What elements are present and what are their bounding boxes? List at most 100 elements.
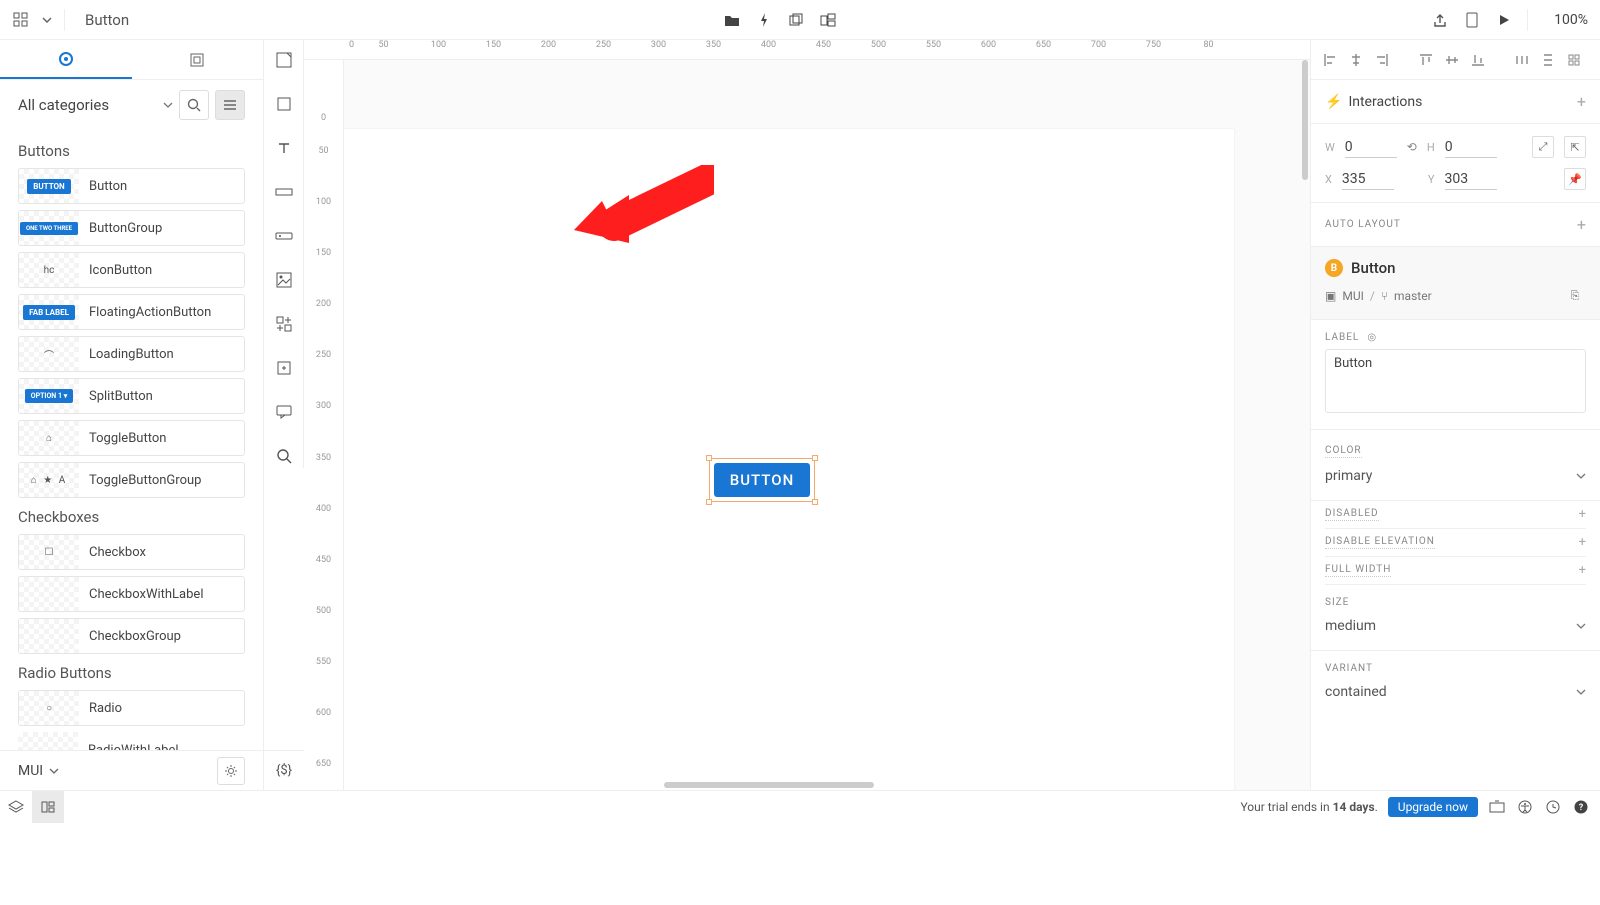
disable-elevation-prop-row: DISABLE ELEVATION + [1325,529,1586,557]
slot-tool-icon[interactable] [272,356,296,380]
component-item-loadingbutton[interactable]: ⌒LoadingButton [18,336,245,372]
tab-components[interactable] [0,40,132,79]
size-prop-section: SIZE medium [1311,585,1600,651]
variant-select[interactable]: contained [1325,680,1586,704]
align-left-icon[interactable] [1321,51,1339,69]
group-title: Checkboxes [18,508,245,526]
search-button[interactable] [179,90,209,120]
layers-panel-toggle[interactable] [0,791,32,823]
tidy-icon[interactable] [1565,51,1583,69]
lock-aspect-button[interactable]: ⇱ [1564,136,1586,158]
canvas-v-scrollbar[interactable] [1302,60,1308,180]
canvas-h-scrollbar[interactable] [664,782,874,788]
full-width-prop-row: FULL WIDTH + [1325,557,1586,585]
category-dropdown[interactable]: All categories [18,96,173,114]
group-title: Buttons [18,142,245,160]
full-width-toggle-button[interactable]: + [1579,563,1586,578]
search-tool-icon[interactable] [272,444,296,468]
branch-icon: ⑂ [1381,289,1388,303]
component-item-checkbox[interactable]: ☐Checkbox [18,534,245,570]
grid-menu-icon[interactable] [12,11,30,29]
align-top-icon[interactable] [1417,51,1435,69]
input-tool-icon[interactable] [272,180,296,204]
component-item-radiowithlabel[interactable]: RadioWithLabel [18,732,245,750]
package-icon: ▣ [1325,289,1336,303]
history-icon[interactable] [1544,798,1562,816]
width-input[interactable] [1345,137,1397,158]
component-item-iconbutton[interactable]: hcIconButton [18,252,245,288]
component-variants-icon[interactable] [819,11,837,29]
component-item-buttongroup[interactable]: ONE TWO THREEButtonGroup [18,210,245,246]
open-external-icon[interactable]: ⎘ [1564,285,1586,307]
variant-prop-section: VARIANT contained [1311,651,1600,716]
color-select[interactable]: primary [1325,464,1586,488]
label-textarea[interactable] [1325,349,1586,413]
disable-elevation-toggle-button[interactable]: + [1579,535,1586,550]
label-prop-section: LABEL ◎ [1311,320,1600,430]
share-icon[interactable] [1431,11,1449,29]
library-settings-button[interactable] [217,757,245,785]
disabled-toggle-button[interactable]: + [1579,507,1586,522]
component-list: Buttons BUTTONButton ONE TWO THREEButton… [0,128,263,750]
chevron-down-icon[interactable] [38,11,56,29]
button-tool-icon[interactable] [272,224,296,248]
y-input[interactable] [1445,169,1497,190]
library-switcher[interactable]: MUI [18,763,59,779]
disabled-prop-row: DISABLED + [1325,501,1586,529]
handoff-icon[interactable] [1488,798,1506,816]
bolt-icon[interactable] [755,11,773,29]
ruler-vertical: 0 50 100 150 200 250 300 350 400 450 500… [304,60,344,790]
align-bar [1311,40,1600,80]
auto-layout-section: AUTO LAYOUT+ [1311,203,1600,247]
resize-mode-button[interactable]: ⤢ [1532,136,1554,158]
component-item-togglebuttongroup[interactable]: ⌂ ★ AToggleButtonGroup [18,462,245,498]
component-item-radio[interactable]: ○Radio [18,690,245,726]
component-item-fab[interactable]: FAB LABELFloatingActionButton [18,294,245,330]
tool-strip [264,40,304,468]
align-right-icon[interactable] [1373,51,1391,69]
canvas-button-element[interactable]: BUTTON [714,463,810,497]
component-item-button[interactable]: BUTTONButton [18,168,245,204]
link-wh-icon[interactable]: ⟲ [1407,140,1417,154]
accessibility-icon[interactable] [1516,798,1534,816]
list-view-button[interactable] [215,90,245,120]
component-tool-icon[interactable] [272,312,296,336]
ruler-horizontal: 0 50 100 150 200 250 300 350 400 450 500… [304,40,1310,60]
size-select[interactable]: medium [1325,614,1586,638]
dimensions-section: W ⟲ H ⤢ ⇱ X Y 📌 [1311,124,1600,203]
frame-tool-icon[interactable] [272,48,296,72]
target-icon[interactable]: ◎ [1367,332,1377,343]
code-vars-button[interactable]: {$} [264,750,304,790]
component-item-splitbutton[interactable]: OPTION 1 ▾SplitButton [18,378,245,414]
x-input[interactable] [1342,169,1394,190]
height-label: H [1427,141,1435,154]
rectangle-tool-icon[interactable] [272,92,296,116]
add-interaction-button[interactable]: + [1577,92,1586,111]
component-item-checkboxwithlabel[interactable]: CheckboxWithLabel [18,576,245,612]
y-label: Y [1428,173,1435,186]
component-item-togglebutton[interactable]: ⌂ToggleButton [18,420,245,456]
zoom-level[interactable]: 100% [1554,12,1588,28]
canvas[interactable]: 0 50 100 150 200 250 300 350 400 450 500… [304,40,1310,790]
folder-icon[interactable] [723,11,741,29]
component-item-checkboxgroup[interactable]: CheckboxGroup [18,618,245,654]
upgrade-button[interactable]: Upgrade now [1388,797,1478,817]
tab-layers[interactable] [132,40,264,79]
pin-button[interactable]: 📌 [1564,168,1586,190]
play-icon[interactable] [1495,11,1513,29]
image-tool-icon[interactable] [272,268,296,292]
right-panel: ⚡Interactions+ W ⟲ H ⤢ ⇱ X Y 📌 [1310,40,1600,790]
height-input[interactable] [1445,137,1497,158]
comment-tool-icon[interactable] [272,400,296,424]
library-panel-toggle[interactable] [32,791,64,823]
add-autolayout-button[interactable]: + [1577,215,1586,234]
align-hcenter-icon[interactable] [1347,51,1365,69]
dist-h-icon[interactable] [1513,51,1531,69]
copy-icon[interactable] [787,11,805,29]
dist-v-icon[interactable] [1539,51,1557,69]
help-icon[interactable]: ? [1572,798,1590,816]
device-icon[interactable] [1463,11,1481,29]
align-vcenter-icon[interactable] [1443,51,1461,69]
text-tool-icon[interactable] [272,136,296,160]
align-bottom-icon[interactable] [1469,51,1487,69]
